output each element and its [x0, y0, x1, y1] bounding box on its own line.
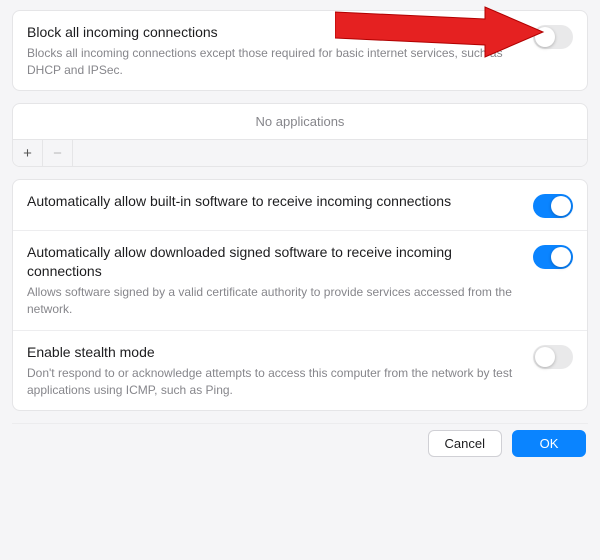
applications-panel: No applications + −: [12, 103, 588, 167]
allow-signed-section: Automatically allow downloaded signed so…: [13, 230, 587, 329]
block-all-title: Block all incoming connections: [27, 23, 521, 42]
stealth-desc: Don't respond to or acknowledge attempts…: [27, 365, 521, 399]
allow-builtin-title: Automatically allow built-in software to…: [27, 192, 521, 211]
remove-application-button[interactable]: −: [43, 140, 73, 166]
add-application-button[interactable]: +: [13, 140, 43, 166]
allow-signed-toggle[interactable]: [533, 245, 573, 269]
allow-signed-title: Automatically allow downloaded signed so…: [27, 243, 521, 281]
cancel-button[interactable]: Cancel: [428, 430, 502, 457]
stealth-section: Enable stealth mode Don't respond to or …: [13, 330, 587, 410]
options-panel: Automatically allow built-in software to…: [12, 179, 588, 411]
applications-toolbar: + −: [13, 139, 587, 166]
block-all-toggle[interactable]: [533, 25, 573, 49]
dialog-footer: Cancel OK: [12, 423, 588, 457]
minus-icon: −: [53, 145, 62, 162]
stealth-toggle[interactable]: [533, 345, 573, 369]
stealth-title: Enable stealth mode: [27, 343, 521, 362]
block-all-panel: Block all incoming connections Blocks al…: [12, 10, 588, 91]
ok-button[interactable]: OK: [512, 430, 586, 457]
applications-empty-label: No applications: [13, 104, 587, 139]
plus-icon: +: [23, 145, 32, 162]
allow-signed-desc: Allows software signed by a valid certif…: [27, 284, 521, 318]
allow-builtin-section: Automatically allow built-in software to…: [13, 180, 587, 230]
block-all-desc: Blocks all incoming connections except t…: [27, 45, 521, 79]
allow-builtin-toggle[interactable]: [533, 194, 573, 218]
